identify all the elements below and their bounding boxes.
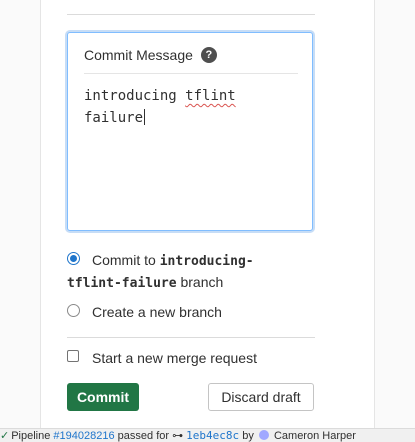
options-divider [67,337,315,338]
help-icon[interactable]: ? [200,47,217,63]
commit-message-box[interactable]: Commit Message ? introducing tflint fail… [67,32,313,231]
commit-message-textarea[interactable]: introducing tflint failure [84,85,298,129]
merge-request-label: Start a new merge request [92,350,257,366]
commit-message-label: Commit Message [84,47,193,63]
text-caret [144,109,146,125]
message-word-introducing: introducing [84,88,177,104]
left-panel-edge [0,0,41,441]
header-divider [84,73,298,74]
branch-suffix: branch [180,274,224,290]
by-text: by [242,430,254,442]
section-divider [67,14,315,15]
pipeline-status-bar: ✓ Pipeline #194028216 passed for ⊶ 1eb4ec… [0,428,415,442]
branch-name-part2: tflint-failure [67,276,177,291]
check-circle-icon: ✓ [0,430,10,442]
create-new-branch-radio[interactable] [67,304,80,317]
right-panel-edge [374,0,415,441]
passed-for-text: passed for [117,430,170,442]
message-word-failure: failure [84,110,144,126]
pipeline-link[interactable]: #194028216 [53,430,114,442]
branch-name-part1: introducing- [159,254,254,269]
commit-to-branch-radio[interactable] [67,252,80,265]
commit-button[interactable]: Commit [67,383,139,411]
commit-sha-link[interactable]: 1eb4ec8c [186,429,239,442]
merge-request-checkbox[interactable] [67,350,79,362]
commit-message-header: Commit Message ? [84,47,217,63]
pipeline-label: Pipeline [11,430,51,442]
message-word-tflint: tflint [185,88,236,104]
avatar [258,430,269,440]
create-new-branch-label: Create a new branch [92,304,222,320]
commit-to-prefix: Commit to [92,252,156,268]
author-name[interactable]: Cameron Harper [274,430,356,442]
commit-icon: ⊶ [172,430,184,442]
discard-draft-button[interactable]: Discard draft [208,383,314,411]
